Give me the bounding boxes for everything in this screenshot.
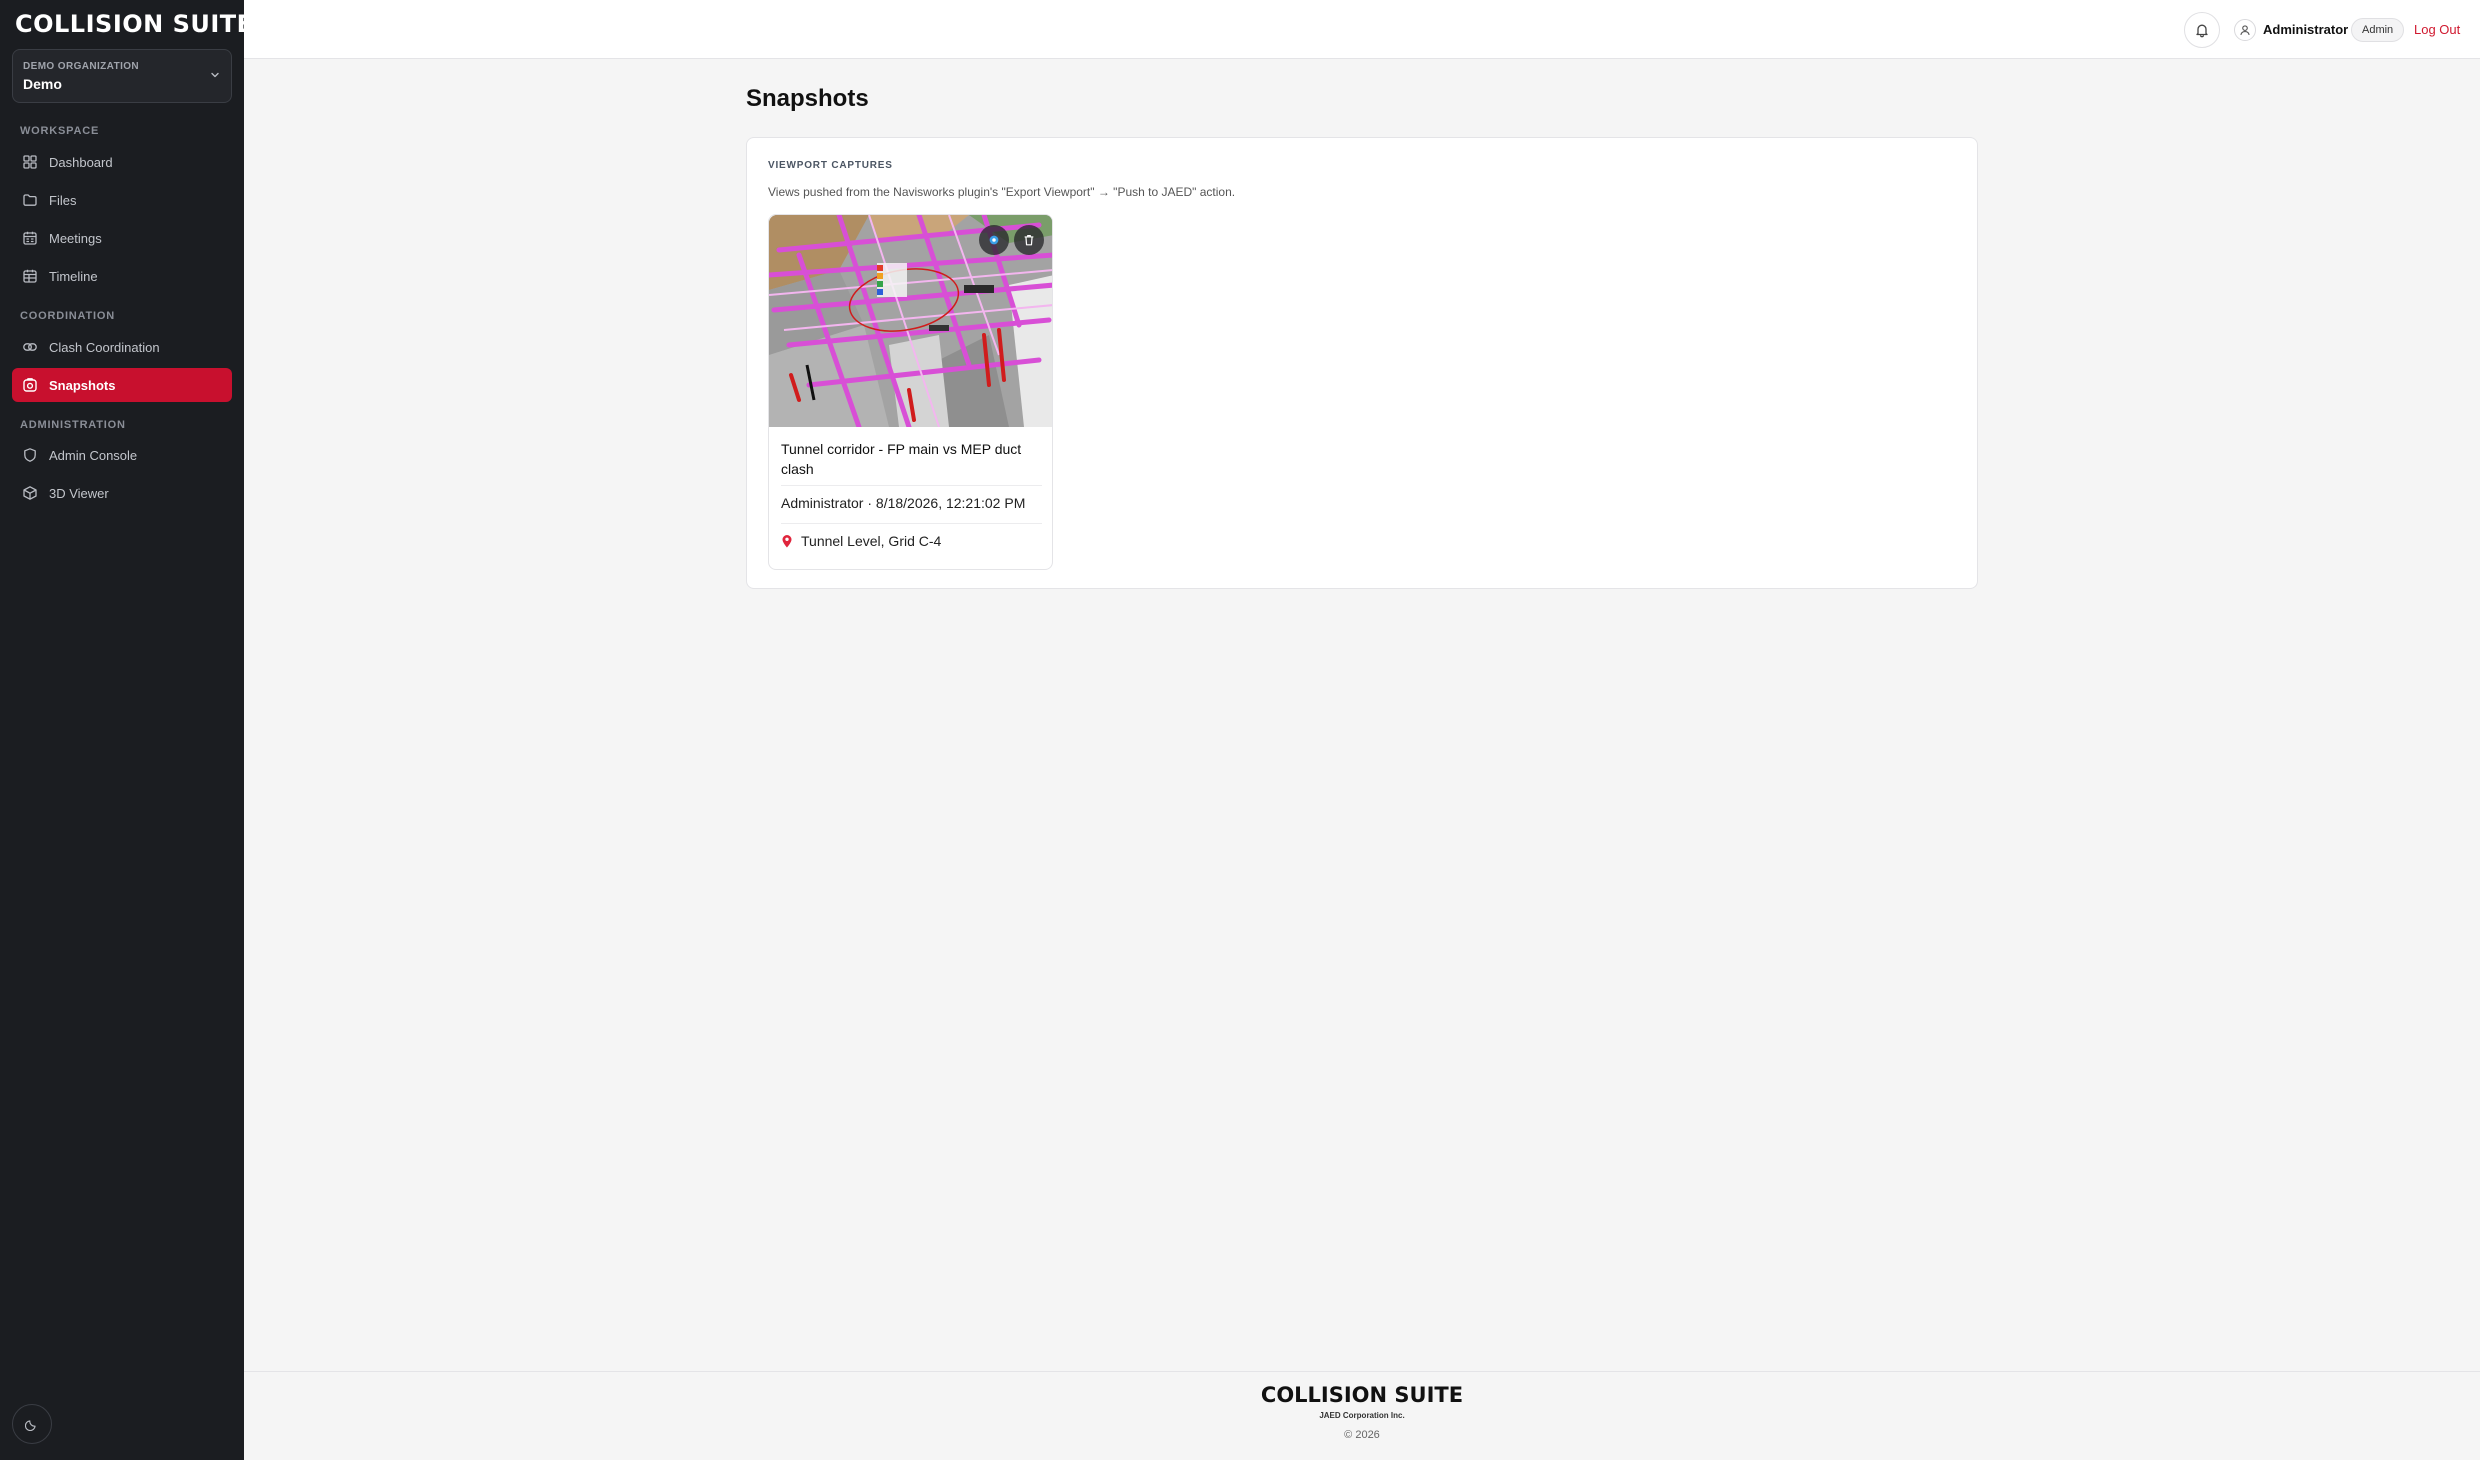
sidebar: COLLISION SUITE DEMO ORGANIZATION Demo W… — [0, 0, 253, 1460]
folder-icon — [23, 194, 37, 206]
delete-snapshot-button[interactable] — [1014, 225, 1044, 255]
sidebar-item-dashboard[interactable]: Dashboard — [12, 145, 232, 179]
viewport-captures-panel: VIEWPORT CAPTURES Views pushed from the … — [746, 137, 1978, 589]
snapshot-meta: Administrator · 8/18/2026, 12:21:02 PM — [781, 495, 1026, 511]
organization-selector[interactable]: DEMO ORGANIZATION Demo — [12, 49, 232, 103]
theme-toggle-button[interactable] — [12, 1404, 52, 1444]
notifications-button[interactable] — [2184, 12, 2220, 48]
grid-icon — [23, 155, 37, 169]
user-avatar-icon — [2234, 19, 2256, 41]
shield-icon — [24, 448, 36, 462]
panel-title: VIEWPORT CAPTURES — [768, 160, 893, 171]
cube-icon — [23, 486, 37, 500]
snapshot-card[interactable]: Tunnel corridor - FP main vs MEP duct cl… — [768, 214, 1053, 570]
snapshot-thumbnail[interactable] — [769, 215, 1052, 427]
brand-logo[interactable]: COLLISION SUITE — [15, 10, 254, 38]
sidebar-item-label: Clash Coordination — [49, 339, 160, 355]
sidebar-item-files[interactable]: Files — [12, 183, 232, 217]
camera-icon — [23, 378, 37, 392]
sidebar-item-label: Admin Console — [49, 447, 138, 463]
timeline-icon — [23, 269, 37, 283]
organization-label: DEMO ORGANIZATION — [23, 61, 140, 72]
sidebar-item-label: Files — [49, 192, 77, 208]
view-snapshot-button[interactable] — [979, 225, 1009, 255]
footer: COLLISION SUITE JAED Corporation Inc. © … — [244, 1371, 2480, 1460]
bell-icon — [2196, 24, 2208, 38]
sidebar-item-admin-console[interactable]: Admin Console — [12, 438, 232, 472]
sidebar-item-label: Meetings — [49, 230, 102, 246]
moon-icon — [25, 1420, 36, 1431]
divider — [781, 485, 1042, 486]
sidebar-item-label: Dashboard — [49, 154, 113, 170]
view-icon — [989, 235, 999, 245]
sidebar-item-meetings[interactable]: Meetings — [12, 221, 232, 255]
calendar-icon — [23, 231, 37, 245]
logout-button[interactable]: Log Out — [2414, 22, 2460, 37]
snapshot-image — [769, 215, 1052, 427]
snapshot-title[interactable]: Tunnel corridor - FP main vs MEP duct cl… — [781, 439, 1041, 479]
sidebar-item-label: Snapshots — [49, 377, 116, 393]
role-badge: Admin — [2351, 18, 2405, 42]
user-name: Administrator — [2263, 22, 2349, 37]
page-title: Snapshots — [746, 85, 869, 112]
footer-company: JAED Corporation Inc. — [1319, 1411, 1405, 1420]
sidebar-item-timeline[interactable]: Timeline — [12, 259, 232, 293]
snapshot-location: Tunnel Level, Grid C-4 — [781, 533, 941, 549]
sidebar-item-snapshots[interactable]: Snapshots — [12, 368, 232, 402]
top-header: Administrator Admin Log Out — [244, 0, 2480, 59]
trash-icon — [1024, 235, 1034, 246]
panel-description: Views pushed from the Navisworks plugin'… — [768, 185, 1236, 199]
divider — [781, 523, 1042, 524]
chevron-down-icon — [211, 72, 219, 78]
footer-copyright: © 2026 — [1344, 1429, 1380, 1441]
snapshot-location-text: Tunnel Level, Grid C-4 — [801, 533, 942, 549]
map-pin-icon — [782, 535, 792, 548]
section-title-coordination: COORDINATION — [20, 310, 115, 322]
sidebar-item-clash-coordination[interactable]: Clash Coordination — [12, 330, 232, 364]
link-icon — [23, 343, 37, 351]
sidebar-item-label: Timeline — [49, 268, 98, 284]
section-title-workspace: WORKSPACE — [20, 125, 100, 137]
sidebar-item-3d-viewer[interactable]: 3D Viewer — [12, 476, 232, 510]
sidebar-item-label: 3D Viewer — [49, 485, 109, 501]
footer-brand-logo: COLLISION SUITE — [1260, 1383, 1464, 1407]
organization-name: Demo — [23, 76, 62, 92]
section-title-administration: ADMINISTRATION — [20, 419, 126, 431]
